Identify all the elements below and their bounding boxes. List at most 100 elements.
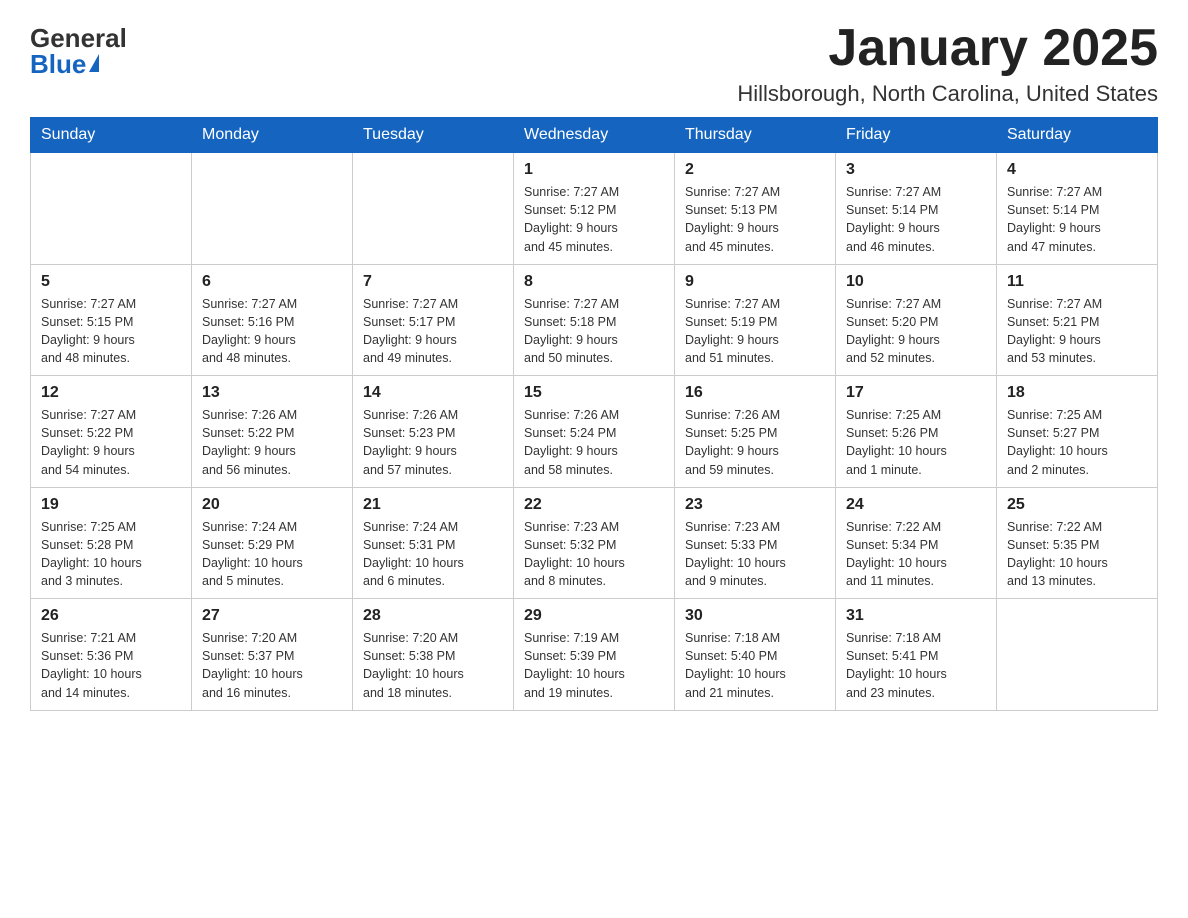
calendar-cell: 23 Sunrise: 7:23 AM Sunset: 5:33 PM Dayli…: [675, 487, 836, 599]
day-number: 9: [685, 273, 825, 291]
calendar-cell: 16 Sunrise: 7:26 AM Sunset: 5:25 PM Dayli…: [675, 376, 836, 488]
location-title: Hillsborough, North Carolina, United Sta…: [737, 81, 1158, 107]
calendar-cell: 9 Sunrise: 7:27 AM Sunset: 5:19 PM Daylig…: [675, 264, 836, 376]
calendar-cell: 2 Sunrise: 7:27 AM Sunset: 5:13 PM Daylig…: [675, 153, 836, 265]
day-number: 24: [846, 496, 986, 514]
calendar-cell: [353, 153, 514, 265]
day-number: 25: [1007, 496, 1147, 514]
calendar-cell: 31 Sunrise: 7:18 AM Sunset: 5:41 PM Dayli…: [836, 599, 997, 711]
weekday-header-saturday: Saturday: [997, 118, 1158, 153]
day-info: Sunrise: 7:26 AM Sunset: 5:25 PM Dayligh…: [685, 406, 825, 479]
calendar-week-row: 26 Sunrise: 7:21 AM Sunset: 5:36 PM Dayli…: [31, 599, 1158, 711]
calendar-cell: 6 Sunrise: 7:27 AM Sunset: 5:16 PM Daylig…: [192, 264, 353, 376]
day-info: Sunrise: 7:23 AM Sunset: 5:33 PM Dayligh…: [685, 518, 825, 591]
day-info: Sunrise: 7:27 AM Sunset: 5:15 PM Dayligh…: [41, 295, 181, 368]
day-number: 18: [1007, 384, 1147, 402]
day-info: Sunrise: 7:23 AM Sunset: 5:32 PM Dayligh…: [524, 518, 664, 591]
month-title: January 2025: [737, 20, 1158, 77]
calendar-cell: 11Sunrise: 7:27 AM Sunset: 5:21 PM Dayli…: [997, 264, 1158, 376]
day-info: Sunrise: 7:21 AM Sunset: 5:36 PM Dayligh…: [41, 629, 181, 702]
weekday-header-wednesday: Wednesday: [514, 118, 675, 153]
day-number: 10: [846, 273, 986, 291]
logo-general-text: General: [30, 25, 127, 51]
calendar-week-row: 5Sunrise: 7:27 AM Sunset: 5:15 PM Daylig…: [31, 264, 1158, 376]
calendar-cell: 12 Sunrise: 7:27 AM Sunset: 5:22 PM Dayli…: [31, 376, 192, 488]
weekday-header-friday: Friday: [836, 118, 997, 153]
calendar-table: SundayMondayTuesdayWednesdayThursdayFrid…: [30, 117, 1158, 711]
day-info: Sunrise: 7:20 AM Sunset: 5:37 PM Dayligh…: [202, 629, 342, 702]
day-number: 1: [524, 161, 664, 179]
calendar-cell: 7Sunrise: 7:27 AM Sunset: 5:17 PM Daylig…: [353, 264, 514, 376]
calendar-week-row: 19 Sunrise: 7:25 AM Sunset: 5:28 PM Dayli…: [31, 487, 1158, 599]
day-number: 31: [846, 607, 986, 625]
day-info: Sunrise: 7:26 AM Sunset: 5:23 PM Dayligh…: [363, 406, 503, 479]
day-number: 29: [524, 607, 664, 625]
day-number: 26: [41, 607, 181, 625]
calendar-cell: 21 Sunrise: 7:24 AM Sunset: 5:31 PM Dayli…: [353, 487, 514, 599]
weekday-header-thursday: Thursday: [675, 118, 836, 153]
day-info: Sunrise: 7:26 AM Sunset: 5:22 PM Dayligh…: [202, 406, 342, 479]
calendar-cell: 28Sunrise: 7:20 AM Sunset: 5:38 PM Dayli…: [353, 599, 514, 711]
weekday-header-sunday: Sunday: [31, 118, 192, 153]
calendar-header: SundayMondayTuesdayWednesdayThursdayFrid…: [31, 118, 1158, 153]
day-number: 16: [685, 384, 825, 402]
logo-triangle-icon: [89, 54, 99, 72]
day-number: 15: [524, 384, 664, 402]
day-number: 2: [685, 161, 825, 179]
day-number: 4: [1007, 161, 1147, 179]
day-info: Sunrise: 7:24 AM Sunset: 5:31 PM Dayligh…: [363, 518, 503, 591]
calendar-cell: 18Sunrise: 7:25 AM Sunset: 5:27 PM Dayli…: [997, 376, 1158, 488]
day-number: 27: [202, 607, 342, 625]
day-info: Sunrise: 7:26 AM Sunset: 5:24 PM Dayligh…: [524, 406, 664, 479]
calendar-cell: [31, 153, 192, 265]
calendar-cell: 1Sunrise: 7:27 AM Sunset: 5:12 PM Daylig…: [514, 153, 675, 265]
day-info: Sunrise: 7:22 AM Sunset: 5:34 PM Dayligh…: [846, 518, 986, 591]
calendar-cell: 13Sunrise: 7:26 AM Sunset: 5:22 PM Dayli…: [192, 376, 353, 488]
calendar-cell: [192, 153, 353, 265]
calendar-cell: 8 Sunrise: 7:27 AM Sunset: 5:18 PM Daylig…: [514, 264, 675, 376]
day-number: 23: [685, 496, 825, 514]
calendar-body: 1Sunrise: 7:27 AM Sunset: 5:12 PM Daylig…: [31, 153, 1158, 711]
calendar-cell: 4 Sunrise: 7:27 AM Sunset: 5:14 PM Daylig…: [997, 153, 1158, 265]
day-number: 17: [846, 384, 986, 402]
calendar-cell: 3 Sunrise: 7:27 AM Sunset: 5:14 PM Daylig…: [836, 153, 997, 265]
day-number: 12: [41, 384, 181, 402]
day-number: 6: [202, 273, 342, 291]
day-number: 8: [524, 273, 664, 291]
day-number: 21: [363, 496, 503, 514]
calendar-cell: 27 Sunrise: 7:20 AM Sunset: 5:37 PM Dayli…: [192, 599, 353, 711]
day-info: Sunrise: 7:18 AM Sunset: 5:41 PM Dayligh…: [846, 629, 986, 702]
calendar-cell: 10 Sunrise: 7:27 AM Sunset: 5:20 PM Dayli…: [836, 264, 997, 376]
day-number: 30: [685, 607, 825, 625]
title-area: January 2025 Hillsborough, North Carolin…: [737, 20, 1158, 107]
weekday-header-tuesday: Tuesday: [353, 118, 514, 153]
calendar-cell: 25 Sunrise: 7:22 AM Sunset: 5:35 PM Dayli…: [997, 487, 1158, 599]
day-info: Sunrise: 7:27 AM Sunset: 5:20 PM Dayligh…: [846, 295, 986, 368]
calendar-cell: 22Sunrise: 7:23 AM Sunset: 5:32 PM Dayli…: [514, 487, 675, 599]
day-info: Sunrise: 7:25 AM Sunset: 5:26 PM Dayligh…: [846, 406, 986, 479]
calendar-cell: 17 Sunrise: 7:25 AM Sunset: 5:26 PM Dayli…: [836, 376, 997, 488]
day-info: Sunrise: 7:27 AM Sunset: 5:22 PM Dayligh…: [41, 406, 181, 479]
day-info: Sunrise: 7:27 AM Sunset: 5:14 PM Dayligh…: [846, 183, 986, 256]
day-info: Sunrise: 7:27 AM Sunset: 5:14 PM Dayligh…: [1007, 183, 1147, 256]
calendar-cell: 5Sunrise: 7:27 AM Sunset: 5:15 PM Daylig…: [31, 264, 192, 376]
calendar-cell: 30Sunrise: 7:18 AM Sunset: 5:40 PM Dayli…: [675, 599, 836, 711]
day-info: Sunrise: 7:22 AM Sunset: 5:35 PM Dayligh…: [1007, 518, 1147, 591]
weekday-header-monday: Monday: [192, 118, 353, 153]
day-info: Sunrise: 7:27 AM Sunset: 5:18 PM Dayligh…: [524, 295, 664, 368]
calendar-cell: 26 Sunrise: 7:21 AM Sunset: 5:36 PM Dayli…: [31, 599, 192, 711]
day-info: Sunrise: 7:19 AM Sunset: 5:39 PM Dayligh…: [524, 629, 664, 702]
logo: General Blue: [30, 20, 127, 77]
day-info: Sunrise: 7:24 AM Sunset: 5:29 PM Dayligh…: [202, 518, 342, 591]
day-number: 19: [41, 496, 181, 514]
calendar-week-row: 12 Sunrise: 7:27 AM Sunset: 5:22 PM Dayli…: [31, 376, 1158, 488]
day-number: 3: [846, 161, 986, 179]
day-info: Sunrise: 7:27 AM Sunset: 5:21 PM Dayligh…: [1007, 295, 1147, 368]
day-info: Sunrise: 7:25 AM Sunset: 5:28 PM Dayligh…: [41, 518, 181, 591]
calendar-cell: 24 Sunrise: 7:22 AM Sunset: 5:34 PM Dayli…: [836, 487, 997, 599]
day-info: Sunrise: 7:27 AM Sunset: 5:19 PM Dayligh…: [685, 295, 825, 368]
day-info: Sunrise: 7:27 AM Sunset: 5:13 PM Dayligh…: [685, 183, 825, 256]
day-number: 28: [363, 607, 503, 625]
day-number: 20: [202, 496, 342, 514]
day-info: Sunrise: 7:27 AM Sunset: 5:16 PM Dayligh…: [202, 295, 342, 368]
